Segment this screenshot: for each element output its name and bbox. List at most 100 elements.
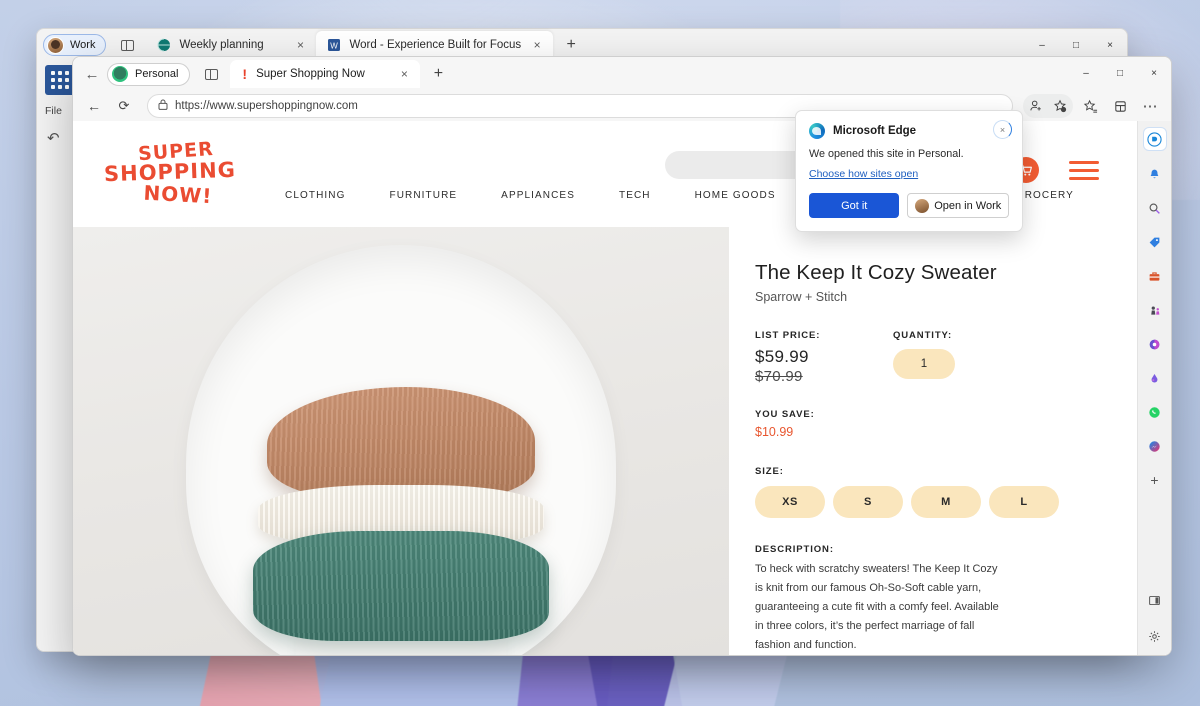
size-label: SIZE: — [755, 466, 784, 477]
collections-icon[interactable] — [1107, 93, 1133, 119]
logo-line-3: NOW! — [142, 180, 214, 208]
price-quantity-row: LIST PRICE: $59.99 $70.99 QUANTITY: 1 — [755, 330, 1130, 385]
favorite-star-icon[interactable] — [1049, 95, 1071, 117]
tab-actions-button[interactable] — [198, 61, 224, 87]
list-price-label: LIST PRICE: — [755, 330, 821, 341]
work-profile-label: Work — [70, 39, 96, 51]
popup-close-button[interactable]: × — [993, 120, 1012, 139]
size-option-l[interactable]: L — [989, 486, 1059, 518]
shopping-tag-icon[interactable] — [1144, 231, 1166, 253]
close-icon[interactable]: × — [292, 37, 308, 53]
size-option-xs[interactable]: XS — [755, 486, 825, 518]
hamburger-menu-icon[interactable] — [1069, 161, 1099, 185]
nav-item-appliances[interactable]: APPLIANCES — [479, 190, 597, 201]
nav-item-home-goods[interactable]: HOME GOODS — [673, 190, 798, 201]
popup-header: Microsoft Edge — [809, 123, 1009, 139]
price-original: $70.99 — [755, 368, 803, 385]
tab-label: Weekly planning — [179, 39, 264, 51]
app-launcher-icon[interactable] — [45, 65, 75, 95]
size-option-s[interactable]: S — [833, 486, 903, 518]
open-in-work-label: Open in Work — [934, 199, 1002, 212]
teal-globe-icon — [157, 38, 171, 52]
search-icon[interactable] — [1144, 197, 1166, 219]
settings-more-icon[interactable]: ⋯ — [1137, 93, 1163, 119]
site-logo[interactable]: SUPER SHOPPING NOW! — [95, 138, 245, 217]
whatsapp-icon[interactable] — [1144, 401, 1166, 423]
choose-how-sites-open-link[interactable]: Choose how sites open — [809, 168, 918, 180]
product-brand: Sparrow + Stitch — [755, 290, 848, 304]
edge-sidebar: + — [1137, 121, 1171, 655]
maximize-button[interactable]: □ — [1103, 57, 1137, 89]
nav-item-clothing[interactable]: CLOTHING — [263, 190, 367, 201]
edge-logo-icon — [809, 123, 825, 139]
tab-weekly-planning[interactable]: Weekly planning × — [146, 31, 316, 59]
tools-briefcase-icon[interactable] — [1144, 265, 1166, 287]
size-block: SIZE: XS S M L — [755, 466, 1130, 518]
product-title: The Keep It Cozy Sweater — [755, 261, 997, 284]
new-tab-button[interactable]: + — [426, 62, 450, 86]
word-file-menu[interactable]: File — [45, 105, 62, 117]
tab-super-shopping-now[interactable]: ! Super Shopping Now × — [230, 60, 421, 88]
new-tab-button[interactable]: + — [559, 33, 583, 57]
add-profile-icon[interactable] — [1025, 95, 1047, 117]
close-icon[interactable]: × — [396, 66, 412, 82]
work-profile-pill[interactable]: Work — [43, 34, 107, 56]
price-block: LIST PRICE: $59.99 $70.99 — [755, 330, 893, 385]
quantity-label: QUANTITY: — [893, 330, 953, 341]
size-option-m[interactable]: M — [911, 486, 981, 518]
browser-essentials-icon[interactable] — [1144, 333, 1166, 355]
profile-favorite-group — [1023, 94, 1073, 118]
product-image[interactable] — [73, 227, 729, 655]
popup-title: Microsoft Edge — [833, 125, 917, 137]
sidebar-settings-icon[interactable] — [1144, 625, 1166, 647]
quantity-stepper[interactable]: 1 — [893, 349, 955, 379]
undo-icon[interactable]: ↶ — [47, 129, 60, 147]
svg-text:W: W — [331, 41, 339, 50]
price-current: $59.99 — [755, 347, 809, 366]
drop-icon[interactable] — [1144, 367, 1166, 389]
nav-item-furniture[interactable]: FURNITURE — [367, 190, 479, 201]
product-hero: The Keep It Cozy Sweater Sparrow + Stitc… — [73, 227, 1171, 655]
add-sidebar-app-icon[interactable]: + — [1144, 469, 1166, 491]
games-icon[interactable] — [1144, 299, 1166, 321]
popup-message: We opened this site in Personal. — [809, 148, 964, 160]
tab-actions-icon — [120, 39, 134, 51]
close-button[interactable]: × — [1137, 57, 1171, 89]
edge-window-controls: – □ × — [1069, 57, 1171, 89]
close-icon[interactable]: × — [529, 37, 545, 53]
tab-actions-button[interactable] — [114, 32, 140, 58]
work-avatar-icon — [915, 198, 930, 213]
notifications-bell-icon[interactable] — [1144, 163, 1166, 185]
open-in-work-button[interactable]: Open in Work — [907, 193, 1009, 218]
sidebar-bottom-group — [1144, 589, 1166, 647]
lock-icon — [158, 99, 168, 113]
work-avatar-icon — [47, 36, 64, 54]
savings-block: YOU SAVE: $10.99 — [755, 409, 1130, 439]
minimize-button[interactable]: – — [1069, 57, 1103, 89]
refresh-icon[interactable]: ⟳ — [111, 93, 137, 119]
personal-avatar-icon — [111, 65, 129, 83]
edge-tabbar: ← Personal ! Super Shopping Now × + – □ … — [73, 57, 1171, 91]
tab-word-document[interactable]: W Word - Experience Built for Focus × — [316, 31, 554, 59]
popup-actions: Got it Open in Work — [809, 193, 1009, 218]
back-icon[interactable]: ← — [81, 93, 107, 119]
description-text: To heck with scratchy sweaters! The Keep… — [755, 563, 999, 651]
size-options: XS S M L — [755, 486, 1130, 518]
product-details: The Keep It Cozy Sweater Sparrow + Stitc… — [729, 227, 1158, 655]
desktop: Work Weekly planning × W Word - Experien… — [0, 0, 1200, 706]
tab-label: Word - Experience Built for Focus — [349, 39, 522, 51]
you-save-amount: $10.99 — [755, 425, 794, 439]
sweater-teal — [253, 531, 549, 641]
nav-item-tech[interactable]: TECH — [597, 190, 673, 201]
copilot-icon[interactable] — [1142, 127, 1167, 151]
personal-profile-pill[interactable]: Personal — [107, 62, 191, 86]
split-screen-icon[interactable] — [1144, 589, 1166, 611]
favorites-icon[interactable] — [1077, 93, 1103, 119]
edge-profile-popup[interactable]: Microsoft Edge × We opened this site in … — [795, 110, 1023, 232]
window-back-button[interactable]: ← — [79, 61, 105, 87]
personal-profile-label: Personal — [135, 68, 179, 80]
messenger-icon[interactable] — [1144, 435, 1166, 457]
sweater-terracotta — [267, 387, 535, 499]
red-exclamation-icon: ! — [242, 66, 248, 82]
got-it-button[interactable]: Got it — [809, 193, 900, 218]
